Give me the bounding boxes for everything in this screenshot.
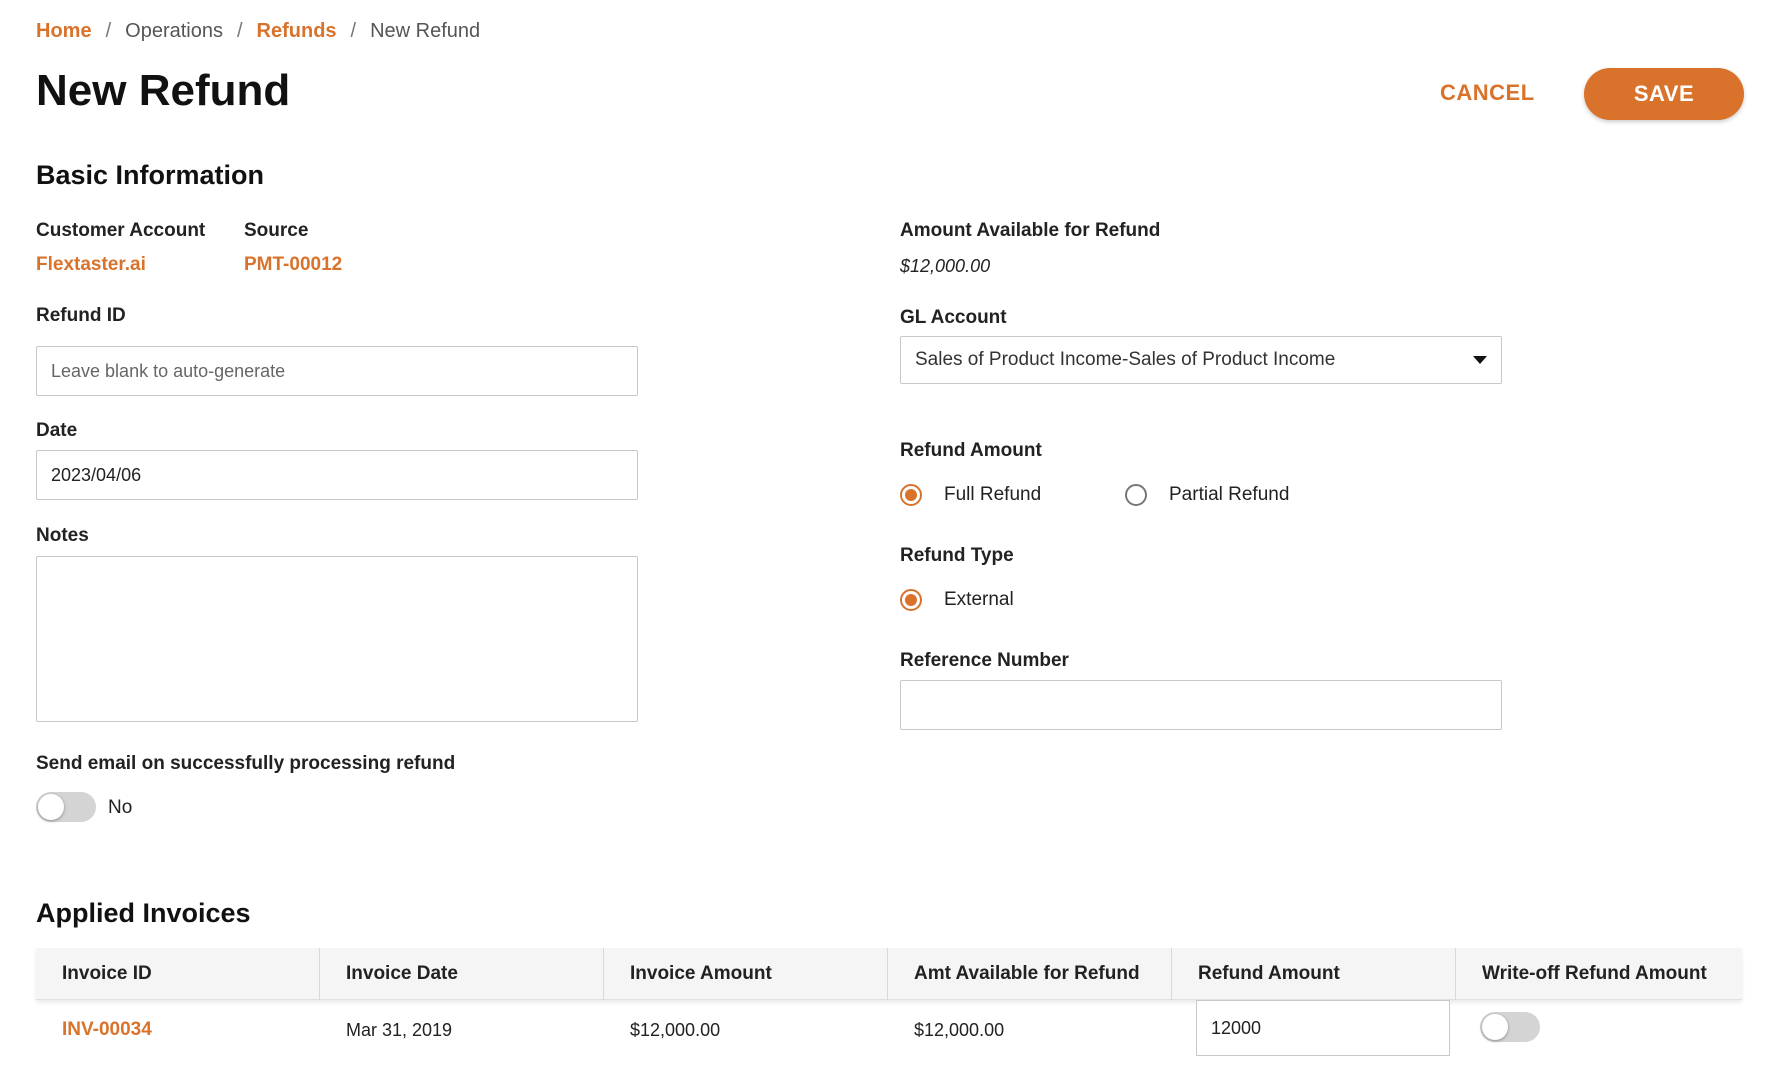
gl-account-value: Sales of Product Income-Sales of Product… (915, 349, 1336, 370)
basic-information-title: Basic Information (36, 160, 265, 190)
save-button[interactable]: SAVE (1584, 68, 1744, 120)
amount-available-label: Amount Available for Refund (900, 220, 1161, 241)
column-refund-amount: Refund Amount (1172, 948, 1456, 1000)
breadcrumb-refunds-link[interactable]: Refunds (257, 20, 337, 43)
source-label: Source (244, 220, 309, 241)
applied-invoices-title: Applied Invoices (36, 898, 251, 928)
amt-available-cell: $12,000.00 (914, 1019, 1005, 1040)
radio-unchecked-icon (1125, 484, 1147, 506)
breadcrumb-separator: / (236, 20, 243, 42)
invoices-table-header: Invoice ID Invoice Date Invoice Amount A… (36, 948, 1742, 1000)
amount-available-value: $12,000.00 (900, 256, 991, 276)
source-link[interactable]: PMT-00012 (244, 254, 342, 276)
date-input[interactable] (36, 450, 638, 500)
partial-refund-label: Partial Refund (1169, 484, 1290, 505)
toggle-knob (1482, 1014, 1508, 1040)
send-email-value: No (108, 797, 133, 818)
invoice-date-cell: Mar 31, 2019 (346, 1019, 453, 1040)
refund-type-label: Refund Type (900, 545, 1014, 566)
breadcrumb-home-link[interactable]: Home (36, 20, 92, 43)
column-invoice-id: Invoice ID (36, 948, 320, 1000)
column-invoice-amount: Invoice Amount (604, 948, 888, 1000)
partial-refund-radio[interactable]: Partial Refund (1125, 484, 1289, 506)
send-email-toggle[interactable] (36, 792, 96, 822)
breadcrumb: Home / Operations / Refunds / New Refund (36, 20, 480, 43)
write-off-cell (1456, 1000, 1740, 1060)
notes-textarea[interactable] (36, 556, 638, 722)
radio-checked-icon (900, 484, 922, 506)
refund-amount-label: Refund Amount (900, 440, 1042, 461)
external-label: External (944, 589, 1014, 610)
gl-account-select[interactable]: Sales of Product Income-Sales of Product… (900, 336, 1502, 384)
full-refund-label: Full Refund (944, 484, 1042, 505)
column-write-off: Write-off Refund Amount (1482, 963, 1707, 984)
breadcrumb-current: New Refund (370, 20, 481, 42)
refund-id-label: Refund ID (36, 305, 126, 326)
column-amt-available: Amt Available for Refund (888, 948, 1172, 1000)
customer-account-link[interactable]: Flextaster.ai (36, 254, 146, 276)
invoice-id-link[interactable]: INV-00034 (36, 1000, 320, 1060)
reference-number-input[interactable] (900, 680, 1502, 730)
gl-account-label: GL Account (900, 307, 1007, 328)
radio-checked-icon (900, 589, 922, 611)
refund-id-input[interactable] (36, 346, 638, 396)
send-email-label: Send email on successfully processing re… (36, 753, 456, 774)
write-off-toggle[interactable] (1480, 1012, 1540, 1042)
toggle-knob (38, 794, 64, 820)
reference-number-label: Reference Number (900, 650, 1069, 671)
refund-amount-input[interactable] (1196, 1000, 1450, 1056)
date-label: Date (36, 420, 78, 441)
full-refund-radio[interactable]: Full Refund (900, 484, 1041, 506)
invoice-amount-cell: $12,000.00 (630, 1019, 721, 1040)
external-radio[interactable]: External (900, 589, 1014, 611)
breadcrumb-operations: Operations (125, 20, 223, 42)
page-title: New Refund (36, 66, 291, 115)
refund-amount-cell (1172, 1000, 1456, 1060)
caret-down-icon (1473, 356, 1487, 364)
cancel-button[interactable]: CANCEL (1440, 80, 1535, 106)
column-invoice-date: Invoice Date (320, 948, 604, 1000)
table-row: INV-00034 Mar 31, 2019 $12,000.00 $12,00… (36, 1000, 1742, 1060)
breadcrumb-separator: / (105, 20, 112, 42)
breadcrumb-separator: / (350, 20, 357, 42)
notes-label: Notes (36, 525, 89, 546)
customer-account-label: Customer Account (36, 220, 206, 241)
